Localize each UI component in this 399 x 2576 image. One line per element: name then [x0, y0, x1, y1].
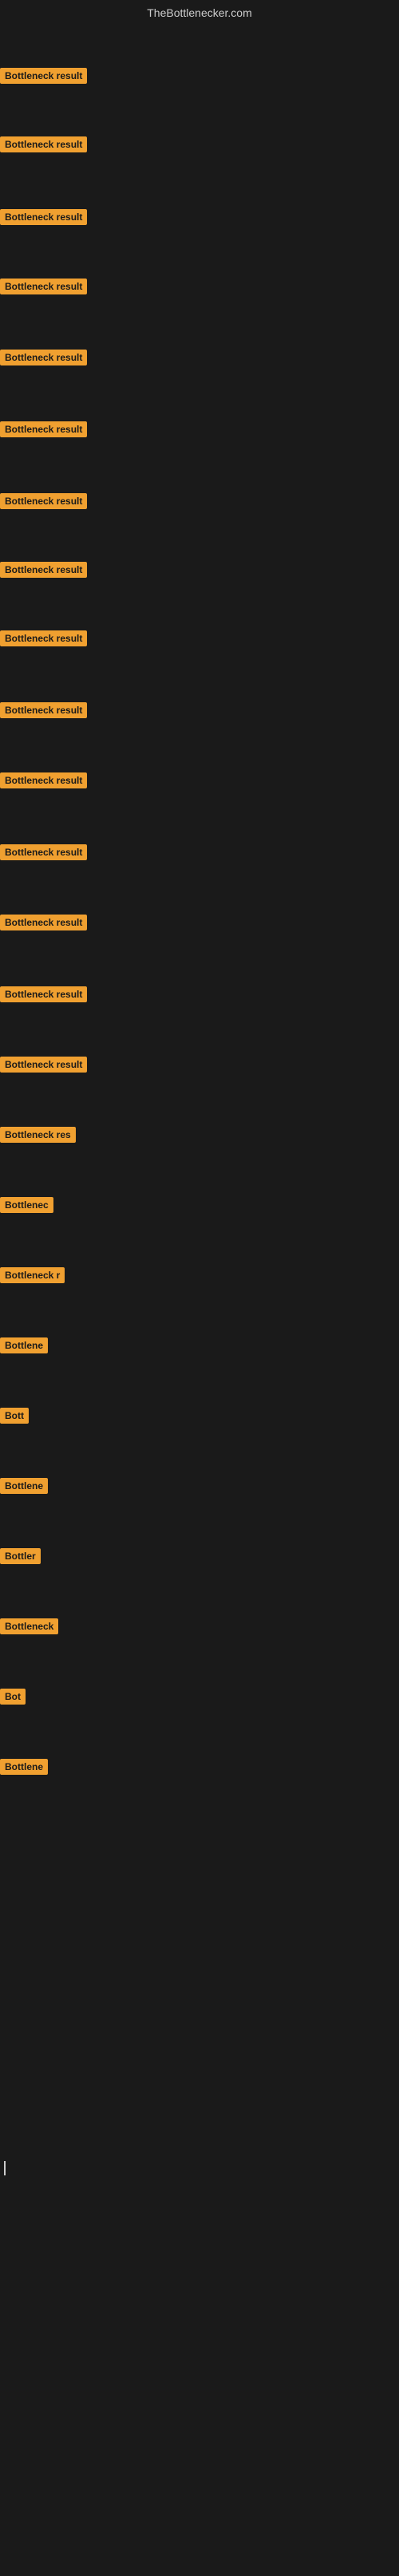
- bottleneck-badge-8: Bottleneck result: [0, 562, 87, 578]
- bottleneck-badge-22: Bottler: [0, 1548, 41, 1564]
- bottleneck-item-2[interactable]: Bottleneck result: [0, 136, 87, 156]
- bottleneck-badge-10: Bottleneck result: [0, 702, 87, 718]
- bottleneck-item-17[interactable]: Bottlenec: [0, 1197, 53, 1217]
- bottleneck-item-3[interactable]: Bottleneck result: [0, 209, 87, 229]
- bottleneck-item-23[interactable]: Bottleneck: [0, 1618, 58, 1638]
- site-header: TheBottlenecker.com: [0, 0, 399, 22]
- bottleneck-item-25[interactable]: Bottlene: [0, 1759, 48, 1779]
- bottleneck-badge-21: Bottlene: [0, 1478, 48, 1494]
- bottleneck-badge-24: Bot: [0, 1689, 26, 1705]
- bottleneck-badge-7: Bottleneck result: [0, 493, 87, 509]
- bottleneck-badge-25: Bottlene: [0, 1759, 48, 1775]
- bottleneck-badge-13: Bottleneck result: [0, 915, 87, 930]
- bottleneck-badge-16: Bottleneck res: [0, 1127, 76, 1143]
- bottleneck-badge-9: Bottleneck result: [0, 630, 87, 646]
- site-title: TheBottlenecker.com: [147, 6, 252, 19]
- bottleneck-badge-20: Bott: [0, 1408, 29, 1424]
- bottleneck-badge-3: Bottleneck result: [0, 209, 87, 225]
- bottleneck-badge-1: Bottleneck result: [0, 68, 87, 84]
- bottleneck-item-22[interactable]: Bottler: [0, 1548, 41, 1568]
- bottleneck-badge-19: Bottlene: [0, 1337, 48, 1353]
- bottleneck-item-20[interactable]: Bott: [0, 1408, 29, 1428]
- bottleneck-badge-11: Bottleneck result: [0, 772, 87, 788]
- bottleneck-item-19[interactable]: Bottlene: [0, 1337, 48, 1357]
- bottleneck-badge-18: Bottleneck r: [0, 1267, 65, 1283]
- bottleneck-badge-17: Bottlenec: [0, 1197, 53, 1213]
- text-cursor: [4, 2161, 6, 2175]
- bottleneck-badge-2: Bottleneck result: [0, 136, 87, 152]
- bottleneck-item-4[interactable]: Bottleneck result: [0, 279, 87, 298]
- bottleneck-item-9[interactable]: Bottleneck result: [0, 630, 87, 650]
- bottleneck-badge-15: Bottleneck result: [0, 1057, 87, 1073]
- bottleneck-item-14[interactable]: Bottleneck result: [0, 986, 87, 1006]
- bottleneck-item-15[interactable]: Bottleneck result: [0, 1057, 87, 1077]
- bottleneck-item-8[interactable]: Bottleneck result: [0, 562, 87, 582]
- bottleneck-badge-12: Bottleneck result: [0, 844, 87, 860]
- bottleneck-item-21[interactable]: Bottlene: [0, 1478, 48, 1498]
- bottleneck-item-6[interactable]: Bottleneck result: [0, 421, 87, 441]
- bottleneck-item-13[interactable]: Bottleneck result: [0, 915, 87, 934]
- bottleneck-badge-23: Bottleneck: [0, 1618, 58, 1634]
- bottleneck-item-7[interactable]: Bottleneck result: [0, 493, 87, 513]
- bottleneck-badge-14: Bottleneck result: [0, 986, 87, 1002]
- bottleneck-item-1[interactable]: Bottleneck result: [0, 68, 87, 88]
- bottleneck-item-12[interactable]: Bottleneck result: [0, 844, 87, 864]
- bottleneck-item-11[interactable]: Bottleneck result: [0, 772, 87, 792]
- bottleneck-item-10[interactable]: Bottleneck result: [0, 702, 87, 722]
- bottleneck-item-5[interactable]: Bottleneck result: [0, 350, 87, 369]
- bottleneck-item-16[interactable]: Bottleneck res: [0, 1127, 76, 1147]
- bottleneck-badge-5: Bottleneck result: [0, 350, 87, 365]
- bottleneck-badge-4: Bottleneck result: [0, 279, 87, 294]
- bottleneck-item-24[interactable]: Bot: [0, 1689, 26, 1709]
- bottleneck-badge-6: Bottleneck result: [0, 421, 87, 437]
- bottleneck-item-18[interactable]: Bottleneck r: [0, 1267, 65, 1287]
